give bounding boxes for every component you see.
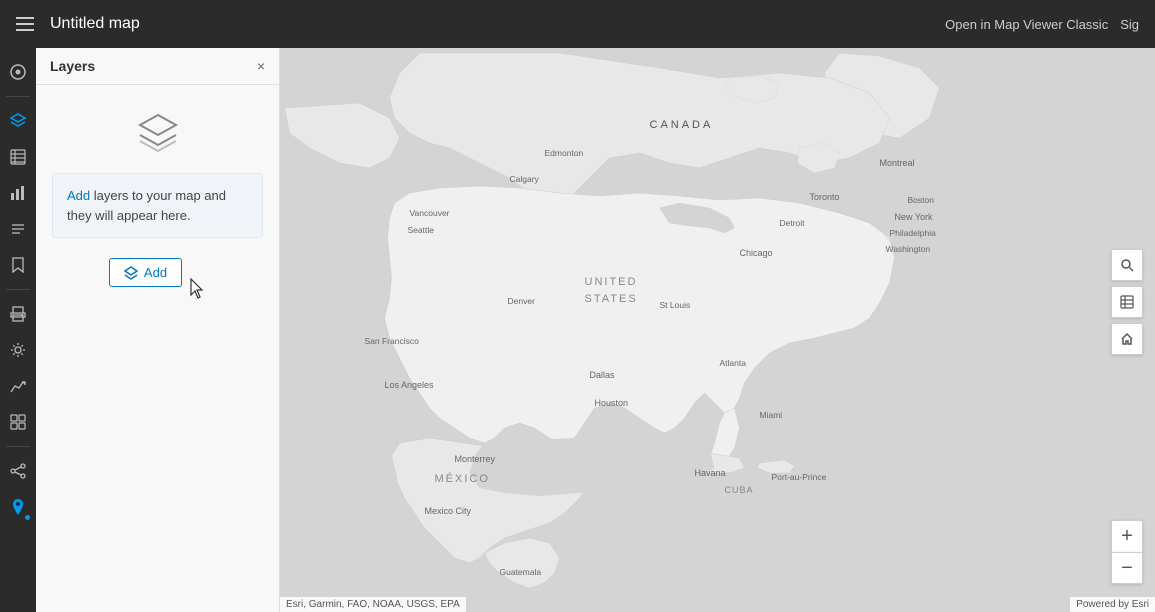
- map-basemap-button[interactable]: [1111, 286, 1143, 318]
- svg-text:St Louis: St Louis: [660, 300, 691, 310]
- map-zoom-controls: + −: [1111, 520, 1143, 584]
- tables-toolbar-btn[interactable]: [2, 141, 34, 173]
- map-attribution: Esri, Garmin, FAO, NOAA, USGS, EPA: [280, 597, 466, 612]
- svg-text:Vancouver: Vancouver: [410, 208, 450, 218]
- empty-msg-add: Add layers to your map and they will app…: [67, 188, 226, 223]
- svg-text:UNITED: UNITED: [585, 276, 638, 288]
- header-right: Open in Map Viewer Classic Sig: [945, 17, 1139, 32]
- svg-text:Dallas: Dallas: [590, 370, 616, 380]
- svg-text:Denver: Denver: [508, 296, 536, 306]
- map-search-button[interactable]: [1111, 249, 1143, 281]
- grid-toolbar-btn[interactable]: [2, 406, 34, 438]
- layers-panel-close[interactable]: ×: [257, 59, 265, 73]
- svg-text:Monterrey: Monterrey: [455, 454, 496, 464]
- map-area[interactable]: CANADA Edmonton Calgary Vancouver Seattl…: [280, 48, 1155, 612]
- cursor-icon: [188, 278, 206, 305]
- svg-text:Philadelphia: Philadelphia: [890, 228, 937, 238]
- map-title: Untitled map: [50, 15, 140, 33]
- svg-text:CUBA: CUBA: [725, 485, 754, 495]
- svg-text:New York: New York: [895, 212, 934, 222]
- powered-by: Powered by Esri: [1070, 597, 1155, 612]
- layers-panel-header: Layers ×: [36, 48, 279, 85]
- locator-toolbar-btn[interactable]: [2, 491, 34, 523]
- svg-text:Houston: Houston: [595, 398, 629, 408]
- svg-text:Chicago: Chicago: [740, 248, 773, 258]
- svg-text:Havana: Havana: [695, 468, 726, 478]
- svg-text:Edmonton: Edmonton: [545, 148, 584, 158]
- layers-panel-content: Add layers to your map and they will app…: [36, 85, 279, 612]
- settings-toolbar-btn[interactable]: [2, 334, 34, 366]
- svg-text:Calgary: Calgary: [510, 174, 540, 184]
- svg-text:Detroit: Detroit: [780, 218, 806, 228]
- svg-text:Port-au-Prince: Port-au-Prince: [772, 472, 827, 482]
- svg-text:Guatemala: Guatemala: [500, 567, 542, 577]
- zoom-in-icon: +: [1121, 525, 1133, 548]
- svg-text:Montreal: Montreal: [880, 158, 915, 168]
- bookmarks-toolbar-btn[interactable]: [2, 249, 34, 281]
- svg-text:Seattle: Seattle: [408, 225, 435, 235]
- home-toolbar-btn[interactable]: [2, 56, 34, 88]
- charts-toolbar-btn[interactable]: [2, 177, 34, 209]
- zoom-out-button[interactable]: −: [1111, 552, 1143, 584]
- toolbar-divider-1: [6, 96, 30, 97]
- sign-button[interactable]: Sig: [1120, 17, 1139, 32]
- layers-panel-title: Layers: [50, 58, 95, 74]
- add-button-label: Add: [144, 265, 167, 280]
- analysis-toolbar-btn[interactable]: [2, 370, 34, 402]
- main-area: Layers × Add layers to your map and they…: [0, 48, 1155, 612]
- legend-toolbar-btn[interactable]: [2, 213, 34, 245]
- layers-empty-message: Add layers to your map and they will app…: [52, 173, 263, 238]
- svg-text:Toronto: Toronto: [810, 192, 840, 202]
- toolbar-divider-3: [6, 446, 30, 447]
- header-left: Untitled map: [16, 15, 140, 33]
- add-layer-button[interactable]: Add: [109, 258, 182, 287]
- print-toolbar-btn[interactable]: [2, 298, 34, 330]
- svg-text:Mexico City: Mexico City: [425, 506, 472, 516]
- svg-text:STATES: STATES: [585, 293, 638, 305]
- svg-text:CANADA: CANADA: [650, 119, 714, 131]
- svg-text:San Francisco: San Francisco: [365, 336, 420, 346]
- map-controls: [1111, 249, 1143, 355]
- layers-empty-icon: [134, 109, 182, 157]
- svg-text:Miami: Miami: [760, 410, 783, 420]
- svg-text:MÉXICO: MÉXICO: [435, 472, 490, 485]
- svg-text:Boston: Boston: [908, 195, 935, 205]
- svg-text:Los Angeles: Los Angeles: [385, 380, 435, 390]
- map-svg: CANADA Edmonton Calgary Vancouver Seattl…: [280, 48, 1155, 612]
- toolbar-divider-2: [6, 289, 30, 290]
- layers-toolbar-btn[interactable]: [2, 105, 34, 137]
- left-toolbar: [0, 48, 36, 612]
- header: Untitled map Open in Map Viewer Classic …: [0, 0, 1155, 48]
- zoom-out-icon: −: [1121, 557, 1133, 580]
- svg-text:Atlanta: Atlanta: [720, 358, 747, 368]
- open-viewer-link[interactable]: Open in Map Viewer Classic: [945, 17, 1108, 32]
- svg-text:Washington: Washington: [886, 244, 931, 254]
- menu-icon[interactable]: [16, 17, 34, 31]
- share-toolbar-btn[interactable]: [2, 455, 34, 487]
- map-home-button[interactable]: [1111, 323, 1143, 355]
- zoom-in-button[interactable]: +: [1111, 520, 1143, 552]
- layers-panel: Layers × Add layers to your map and they…: [36, 48, 280, 612]
- add-button-row: Add: [109, 258, 206, 305]
